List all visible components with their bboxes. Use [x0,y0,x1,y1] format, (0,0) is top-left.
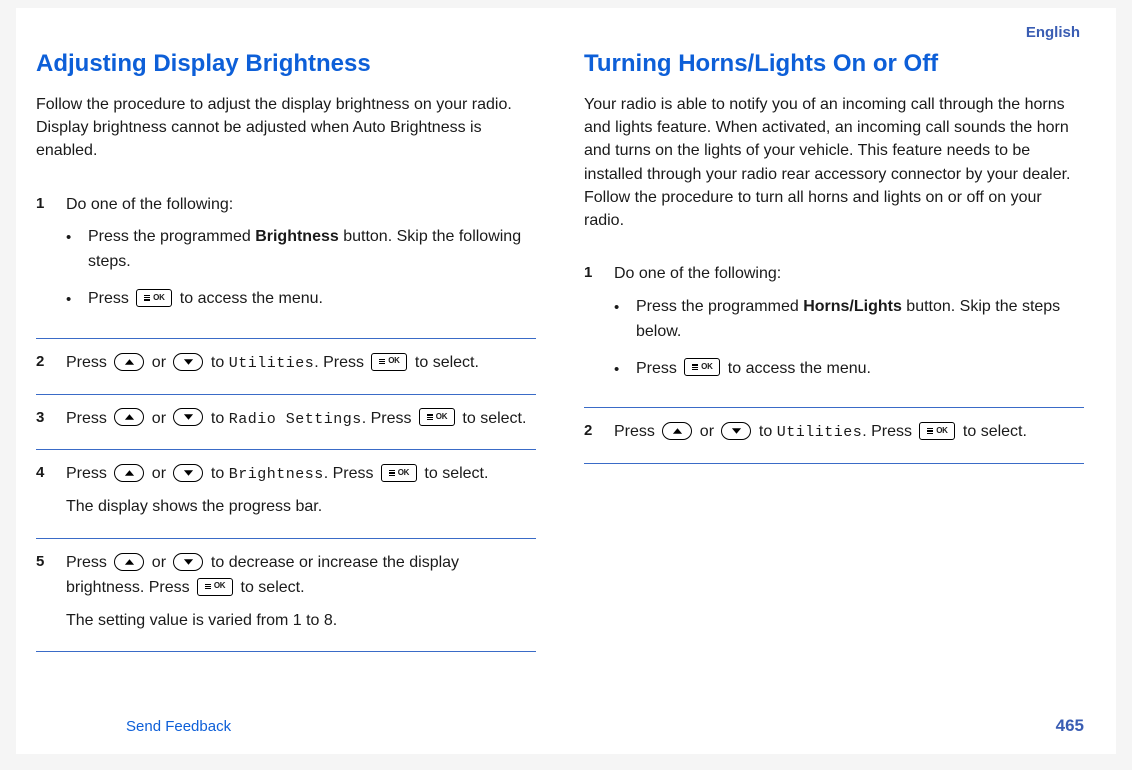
step-number: 4 [36,462,66,524]
step-body: Press or to Brightness. Press OK to sele… [66,462,536,524]
menu-utilities: Utilities [777,424,863,441]
step-body: Press or to decrease or increase the dis… [66,551,536,637]
step-text: Press or to Brightness. Press OK to sele… [66,462,536,487]
step-text: Press or to Utilities. Press OK to selec… [66,351,536,376]
step-after-text: The setting value is varied from 1 to 8. [66,609,536,634]
step-number: 5 [36,551,66,637]
menu-radio-settings: Radio Settings [229,411,362,428]
step-body: Do one of the following: Press the progr… [66,193,536,324]
section-intro-horns: Your radio is able to notify you of an i… [584,93,1084,232]
step-item: 1 Do one of the following: Press the pro… [36,181,536,338]
bullet-text: Press OK to access the menu. [636,357,1084,382]
step-number: 3 [36,407,66,436]
arrow-up-button-icon [114,408,144,426]
sub-bullet-item: Press OK to access the menu. [66,287,536,312]
sub-bullet-item: Press the programmed Brightness button. … [66,225,536,275]
send-feedback-link[interactable]: Send Feedback [36,718,231,735]
step-item: 4 Press or to Brightness. Press OK to se… [36,449,536,539]
sub-bullet-list: Press the programmed Horns/Lights button… [614,295,1084,381]
section-horns-lights: Turning Horns/Lights On or Off Your radi… [584,49,1084,464]
arrow-up-button-icon [114,553,144,571]
menu-ok-button-icon: OK [381,464,417,482]
step-item: 1 Do one of the following: Press the pro… [584,250,1084,407]
page-number: 465 [1056,716,1084,736]
menu-ok-button-icon: OK [197,578,233,596]
sub-bullet-list: Press the programmed Brightness button. … [66,225,536,311]
step-text: Press or to Radio Settings. Press OK to … [66,407,536,432]
steps-list-horns: 1 Do one of the following: Press the pro… [584,250,1084,464]
arrow-down-button-icon [173,464,203,482]
brightness-button-label: Brightness [255,228,339,245]
sub-bullet-item: Press the programmed Horns/Lights button… [614,295,1084,345]
arrow-down-button-icon [173,553,203,571]
page-footer: Send Feedback 465 [36,716,1084,736]
content-columns: Adjusting Display Brightness Follow the … [36,49,1084,679]
section-title-brightness: Adjusting Display Brightness [36,49,536,79]
step-number: 1 [36,193,66,324]
arrow-down-button-icon [173,353,203,371]
step-lead-text: Do one of the following: [614,262,1084,287]
step-text: Press or to Utilities. Press OK to selec… [614,420,1084,445]
step-lead-text: Do one of the following: [66,193,536,218]
step-body: Do one of the following: Press the progr… [614,262,1084,393]
sub-bullet-item: Press OK to access the menu. [614,357,1084,382]
bullet-text: Press the programmed Horns/Lights button… [636,295,1084,345]
horns-lights-button-label: Horns/Lights [803,298,902,315]
arrow-down-button-icon [721,422,751,440]
step-item: 3 Press or to Radio Settings. Press OK t… [36,394,536,450]
step-item: 2 Press or to Utilities. Press OK to sel… [584,407,1084,464]
menu-ok-button-icon: OK [419,408,455,426]
step-item: 2 Press or to Utilities. Press OK to sel… [36,338,536,394]
document-page: English Adjusting Display Brightness Fol… [16,8,1116,754]
menu-ok-button-icon: OK [136,289,172,307]
arrow-down-button-icon [173,408,203,426]
arrow-up-button-icon [114,464,144,482]
menu-ok-button-icon: OK [919,422,955,440]
step-number: 1 [584,262,614,393]
bullet-text: Press OK to access the menu. [88,287,536,312]
step-text: Press or to decrease or increase the dis… [66,551,536,601]
language-label: English [36,24,1084,41]
steps-list-brightness: 1 Do one of the following: Press the pro… [36,181,536,653]
section-intro-brightness: Follow the procedure to adjust the displ… [36,93,536,163]
arrow-up-button-icon [114,353,144,371]
step-number: 2 [36,351,66,380]
section-title-horns: Turning Horns/Lights On or Off [584,49,1084,79]
step-number: 2 [584,420,614,449]
step-body: Press or to Utilities. Press OK to selec… [614,420,1084,449]
bullet-text: Press the programmed Brightness button. … [88,225,536,275]
arrow-up-button-icon [662,422,692,440]
menu-ok-button-icon: OK [371,353,407,371]
menu-ok-button-icon: OK [684,358,720,376]
step-item: 5 Press or to decrease or increase the d… [36,539,536,652]
step-after-text: The display shows the progress bar. [66,495,536,520]
menu-brightness: Brightness [229,466,324,483]
step-body: Press or to Utilities. Press OK to selec… [66,351,536,380]
menu-utilities: Utilities [229,355,315,372]
step-body: Press or to Radio Settings. Press OK to … [66,407,536,436]
